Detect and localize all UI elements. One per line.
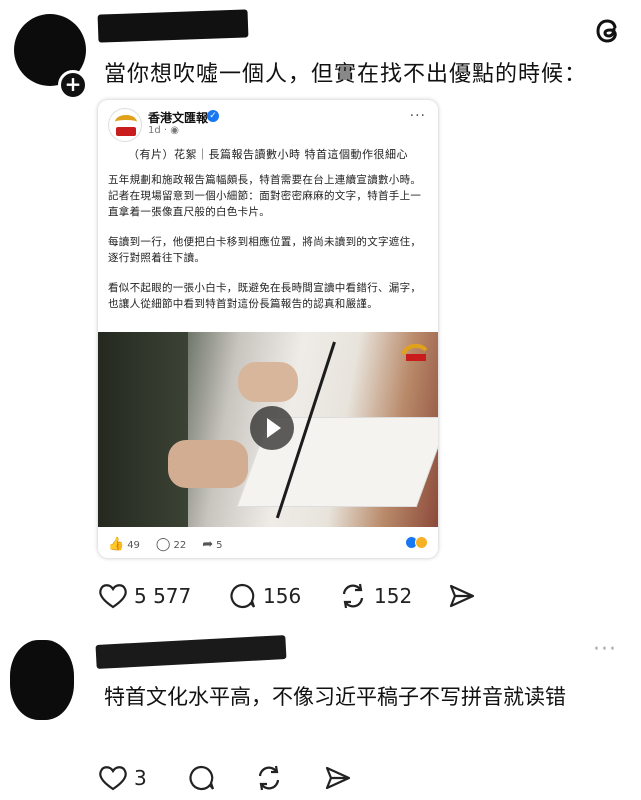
post-text: 當你想吹噓一個人，但實在找不出優點的時候： (104, 62, 588, 87)
repost-icon (342, 583, 364, 609)
embedded-post-card[interactable]: 香港文匯報 ✓ 1d · ◉ ··· （有片）花絮｜長篇報告讀數小時 特首這個動… (98, 100, 438, 558)
comment-count: 156 (263, 584, 302, 608)
play-icon[interactable] (250, 406, 294, 450)
heart-icon (99, 766, 127, 791)
reply-text: 特首文化水平高，不像习近平稿子不写拼音就读错 (104, 685, 566, 709)
share-icon: ➦ (202, 537, 214, 552)
author-name-redacted (97, 9, 249, 43)
publisher-logo-icon (108, 108, 142, 142)
publisher-name: 香港文匯報 (148, 111, 209, 125)
embedded-like-count: 49 (127, 540, 140, 551)
video-hand (168, 440, 248, 488)
like-count: 5 577 (134, 584, 192, 608)
comment-icon: ◯ (155, 537, 171, 552)
reply-author-avatar[interactable] (10, 640, 74, 720)
embedded-share-count: 5 (216, 540, 223, 551)
post-time-text: 1d · (148, 125, 171, 136)
embedded-share: ➦ 5 (202, 537, 222, 552)
card-more-icon: ··· (409, 108, 426, 124)
embedded-comment: ◯ 22 (156, 537, 186, 552)
embedded-paragraph-2: 每讀到一行，他便把白卡移到相應位置，將尚未讀到的文字遮住，逐行對照着往下讀。 (108, 236, 422, 264)
share-button[interactable] (448, 583, 476, 609)
video-suit (98, 332, 188, 527)
embedded-paragraph-3: 看似不起眼的一張小白卡，既避免在長時間宣讀中看錯行、漏字，也讓人從細節中看到特首… (108, 282, 422, 310)
repost-count: 152 (374, 584, 413, 608)
send-icon (449, 584, 475, 608)
thumbs-up-icon: 👍 (108, 537, 125, 552)
watermark-logo-icon (401, 343, 428, 361)
reply-repost-button[interactable] (254, 764, 284, 792)
reaction-icons (405, 536, 428, 549)
repost-icon (258, 765, 280, 791)
comment-bubble-icon (189, 765, 215, 791)
comment-bubble-icon (230, 583, 256, 609)
haha-reaction-icon (415, 536, 428, 549)
embedded-video[interactable] (98, 332, 438, 527)
verified-badge-icon: ✓ (207, 110, 219, 122)
embedded-paragraph-1: 五年規劃和施政報告篇幅頗長，特首需要在台上連續宣讀數小時。記者在現場留意到一個小… (108, 174, 422, 218)
repost-button[interactable]: 152 (338, 582, 412, 610)
send-icon (325, 766, 351, 790)
like-button[interactable]: 5 577 (98, 582, 191, 610)
embedded-comment-count: 22 (173, 540, 187, 551)
embedded-headline: （有片）花絮｜長篇報告讀數小時 特首這個動作很細心 (128, 148, 408, 161)
embedded-like: 👍 49 (108, 537, 140, 552)
reply-like-button[interactable]: 3 (98, 764, 147, 792)
follow-plus-icon[interactable]: + (58, 70, 88, 100)
heart-icon (99, 584, 127, 609)
embedded-actions: 👍 49 ◯ 22 ➦ 5 (108, 537, 223, 552)
reply-like-count: 3 (134, 766, 147, 790)
globe-icon: ◉ (170, 125, 179, 136)
reply-more-icon[interactable]: ··· (593, 639, 617, 661)
reply-author-name-redacted (95, 635, 287, 669)
video-hand (238, 362, 298, 402)
reply-comment-button[interactable] (186, 764, 216, 792)
comment-button[interactable]: 156 (227, 582, 301, 610)
reply-share-button[interactable] (324, 765, 352, 791)
threads-logo-icon (596, 19, 617, 43)
post-time: 1d · ◉ (148, 125, 179, 136)
